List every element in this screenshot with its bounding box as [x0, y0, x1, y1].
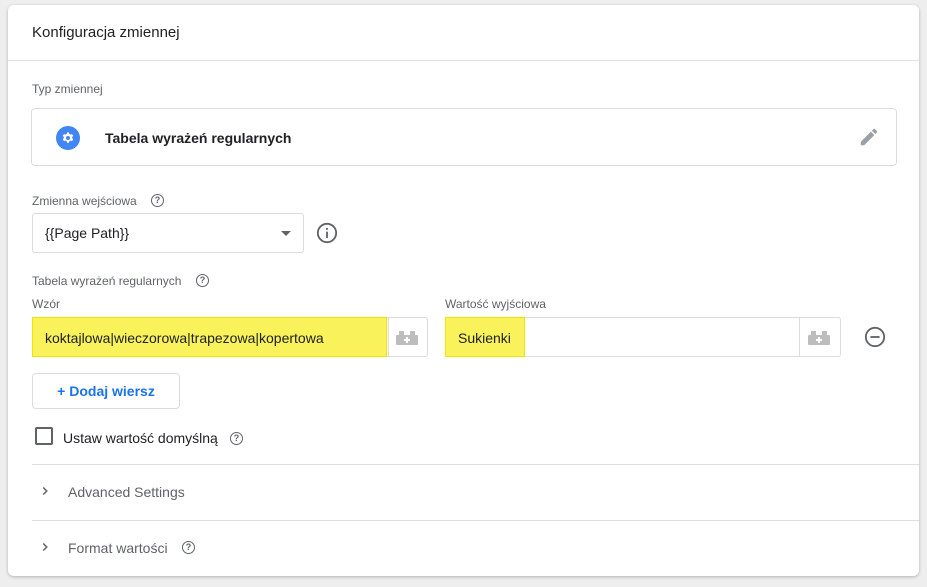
card-title: Konfiguracja zmiennej	[32, 24, 180, 41]
output-input[interactable]: Sukienki	[445, 317, 841, 357]
variable-type-selector[interactable]: Tabela wyrażeń regularnych	[31, 108, 897, 166]
input-variable-label: Zmienna wejściowa	[32, 194, 137, 208]
variable-type-label: Typ zmiennej	[32, 82, 103, 96]
add-row-button[interactable]: + Dodaj wiersz	[32, 373, 180, 409]
default-value-label: Ustaw wartość domyślną	[63, 430, 218, 446]
chevron-right-icon	[42, 542, 48, 552]
pattern-input[interactable]: koktajlowa|wieczorowa|trapezowa|kopertow…	[32, 317, 428, 357]
advanced-settings-toggle[interactable]: Advanced Settings	[32, 465, 919, 520]
advanced-settings-label: Advanced Settings	[68, 484, 185, 500]
field-divider	[799, 318, 800, 356]
help-icon[interactable]: ?	[182, 541, 195, 554]
variable-picker-icon[interactable]	[808, 331, 830, 345]
pattern-value: koktajlowa|wieczorowa|trapezowa|kopertow…	[45, 330, 324, 346]
help-icon[interactable]: ?	[151, 194, 164, 207]
variable-configuration-card: Konfiguracja zmiennej Typ zmiennej Tabel…	[8, 5, 919, 576]
format-value-toggle[interactable]: Format wartości ?	[32, 521, 919, 576]
output-value: Sukienki	[458, 330, 511, 346]
variable-type-value: Tabela wyrażeń regularnych	[105, 130, 292, 146]
pencil-icon[interactable]	[858, 126, 880, 148]
help-icon[interactable]: ?	[196, 274, 209, 287]
input-variable-selected: {{Page Path}}	[45, 225, 130, 241]
card-header: Konfiguracja zmiennej	[8, 5, 919, 61]
variable-picker-icon[interactable]	[396, 331, 418, 345]
chevron-right-icon	[42, 486, 48, 496]
help-icon[interactable]: ?	[230, 432, 243, 445]
dropdown-arrow-icon	[281, 231, 291, 236]
field-divider	[388, 318, 389, 356]
input-variable-select[interactable]: {{Page Path}}	[32, 213, 304, 253]
gear-icon	[56, 126, 80, 150]
pattern-column-header: Wzór	[32, 297, 60, 311]
remove-row-icon[interactable]	[864, 326, 886, 348]
format-value-label: Format wartości	[68, 540, 168, 556]
output-column-header: Wartość wyjściowa	[445, 297, 546, 311]
default-value-checkbox[interactable]	[35, 427, 53, 445]
regex-table-label: Tabela wyrażeń regularnych	[32, 274, 182, 288]
info-icon[interactable]	[316, 222, 338, 244]
